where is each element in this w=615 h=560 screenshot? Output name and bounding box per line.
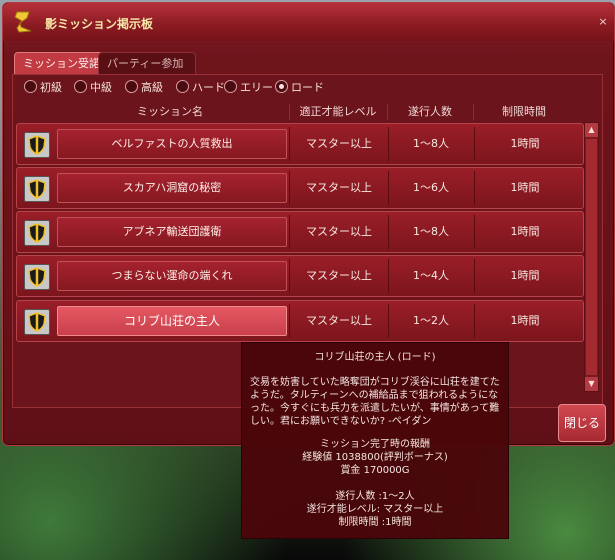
header-players: 遂行人数 [408,105,452,118]
mission-time: 1時間 [510,314,540,327]
shield-icon [24,264,50,290]
mission-level: マスター以上 [306,314,372,327]
radio-dot [125,80,138,93]
mission-list-scrollbar[interactable]: ▲ ▼ [584,122,599,392]
radio-dot-selected [275,80,288,93]
mission-players: 1〜8人 [413,225,449,238]
radio-dot [176,80,189,93]
mission-name[interactable]: コリブ山荘の主人 [57,306,287,336]
radio-intermediate[interactable]: 中級 [74,80,112,96]
shield-icon [24,176,50,202]
mission-level: マスター以上 [306,181,372,194]
mission-time: 1時間 [510,269,540,282]
radio-beginner[interactable]: 初級 [24,80,62,96]
mission-row[interactable]: つまらない運命の端くれ マスター以上 1〜4人 1時間 [16,255,584,297]
mission-name[interactable]: アブネア輸送団護衛 [57,217,287,247]
mission-time: 1時間 [510,225,540,238]
shield-icon [24,309,50,335]
shield-icon [24,132,50,158]
mission-players: 1〜8人 [413,137,449,150]
scroll-up-arrow-icon[interactable]: ▲ [585,123,598,137]
mission-level: マスター以上 [306,269,372,282]
radio-advanced[interactable]: 高級 [125,80,163,96]
tooltip-gold: 賞金 170000G [340,465,410,476]
shield-icon [24,220,50,246]
window-title: 影ミッション掲示板 [45,17,154,31]
mission-row[interactable]: ベルファストの人質救出 マスター以上 1〜8人 1時間 [16,123,584,165]
header-time-limit: 制限時間 [502,105,546,118]
radio-dot [74,80,87,93]
mission-row[interactable]: スカアハ洞窟の秘密 マスター以上 1〜6人 1時間 [16,167,584,209]
mission-name[interactable]: つまらない運命の端くれ [57,261,287,291]
tooltip-reward-heading: ミッション完了時の報酬 [320,439,430,450]
scroll-thumb[interactable] [586,139,597,375]
mission-players: 1〜4人 [413,269,449,282]
radio-hard[interactable]: ハード [176,80,225,96]
header-level: 適正才能レベル [299,105,377,118]
mission-name[interactable]: スカアハ洞窟の秘密 [57,173,287,203]
mission-time: 1時間 [510,137,540,150]
mission-tooltip: コリブ山荘の主人 (ロード) 交易を妨害していた略奪団がコリブ渓谷に山荘を建てた… [241,342,509,539]
mission-row-selected[interactable]: コリブ山荘の主人 マスター以上 1〜2人 1時間 [16,300,584,342]
close-button[interactable]: 閉じる [558,404,606,442]
mission-name[interactable]: ベルファストの人質救出 [57,129,287,159]
tooltip-players: 遂行人数 :1〜2人 [335,491,415,502]
radio-dot [24,80,37,93]
tooltip-level: 遂行才能レベル: マスター以上 [306,504,444,515]
mission-players: 1〜6人 [413,181,449,194]
header-mission-name: ミッション名 [137,105,203,118]
tooltip-time-limit: 制限時間 :1時間 [338,517,412,528]
scroll-icon [14,11,32,33]
mission-row[interactable]: アブネア輸送団護衛 マスター以上 1〜8人 1時間 [16,211,584,253]
mission-time: 1時間 [510,181,540,194]
mission-level: マスター以上 [306,225,372,238]
scroll-down-arrow-icon[interactable]: ▼ [585,377,598,391]
radio-dot [224,80,237,93]
tooltip-title: コリブ山荘の主人 (ロード) [314,352,436,363]
mission-players: 1〜2人 [413,314,449,327]
mission-level: マスター以上 [306,137,372,150]
radio-lord[interactable]: ロード [275,80,324,96]
tab-join-party[interactable]: パーティー参加 [98,52,196,76]
close-icon[interactable]: × [598,16,608,27]
tooltip-exp: 経験値 1038800(評判ボーナス) [302,452,448,463]
tooltip-description: 交易を妨害していた略奪団がコリブ渓谷に山荘を建てたようだ。タルティーンへの補給品… [250,377,500,427]
window-titlebar[interactable]: 影ミッション掲示板 × [3,3,614,41]
